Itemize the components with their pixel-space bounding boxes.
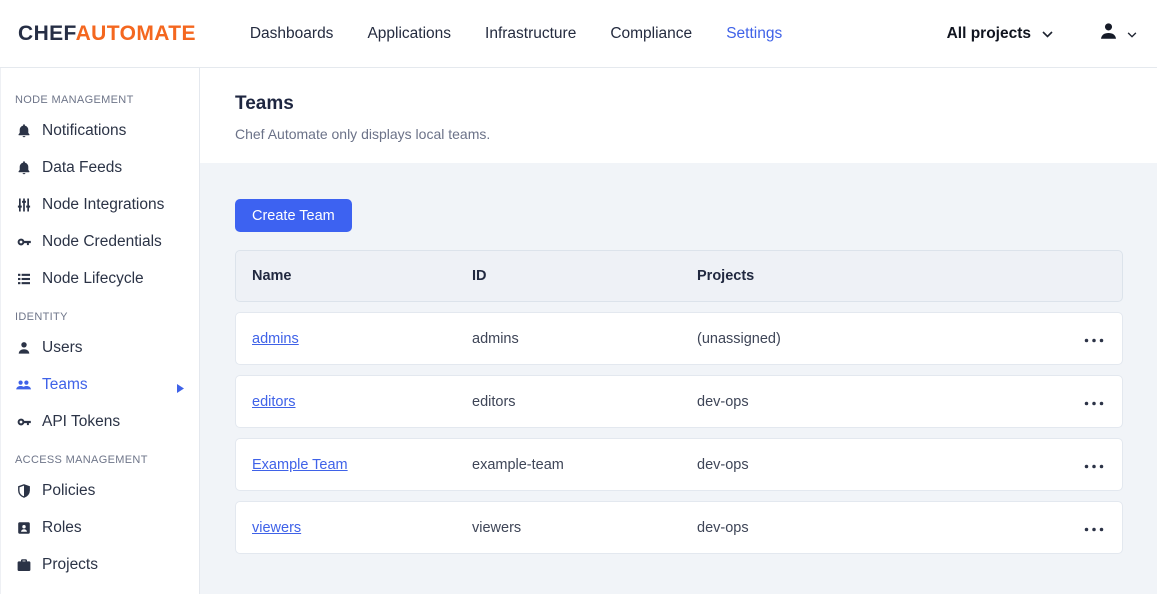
sidebar-item-label: API Tokens <box>42 412 121 430</box>
sliders-icon <box>15 197 32 213</box>
sidebar-item-node-integrations[interactable]: Node Integrations <box>1 186 199 223</box>
sidebar-item-label: Teams <box>42 375 88 393</box>
projects-filter-dropdown[interactable]: All projects <box>947 25 1053 43</box>
user-avatar-icon <box>1097 20 1120 48</box>
column-header-name: Name <box>252 268 292 284</box>
team-name-link[interactable]: Example Team <box>252 457 348 473</box>
teams-table: Name ID Projects admins admins (unassign… <box>235 250 1123 554</box>
sidebar-item-data-feeds[interactable]: Data Feeds <box>1 149 199 186</box>
shield-icon <box>15 483 32 499</box>
chevron-down-icon <box>1042 25 1053 43</box>
table-row: viewers viewers dev-ops <box>235 501 1123 554</box>
settings-sidebar: NODE MANAGEMENT Notifications Data Feeds… <box>0 68 200 594</box>
sidebar-item-label: Data Feeds <box>42 158 123 176</box>
nav-applications[interactable]: Applications <box>367 25 451 43</box>
table-row: admins admins (unassigned) <box>235 312 1123 365</box>
user-icon <box>15 340 32 356</box>
page-header: Teams Chef Automate only displays local … <box>200 68 1157 163</box>
primary-nav: Dashboards Applications Infrastructure C… <box>250 25 782 43</box>
row-menu-button[interactable] <box>1082 514 1106 541</box>
briefcase-icon <box>15 557 32 573</box>
nav-infrastructure[interactable]: Infrastructure <box>485 25 576 43</box>
chevron-down-icon <box>1127 25 1137 43</box>
team-name-link[interactable]: editors <box>252 394 296 410</box>
ellipsis-icon <box>1084 457 1104 472</box>
sidebar-item-node-lifecycle[interactable]: Node Lifecycle <box>1 260 199 297</box>
team-id-cell: viewers <box>472 519 522 536</box>
sidebar-item-label: Node Credentials <box>42 232 162 250</box>
sidebar-item-label: Roles <box>42 518 82 536</box>
sidebar-item-label: Policies <box>42 481 96 499</box>
team-name-link[interactable]: admins <box>252 331 299 347</box>
sidebar-item-users[interactable]: Users <box>1 329 199 366</box>
row-menu-button[interactable] <box>1082 451 1106 478</box>
section-label-identity: IDENTITY <box>15 311 68 323</box>
teams-table-header: Name ID Projects <box>235 250 1123 302</box>
list-icon <box>15 271 32 287</box>
ellipsis-icon <box>1084 331 1104 346</box>
section-label-node-management: NODE MANAGEMENT <box>15 94 134 106</box>
team-projects-cell: (unassigned) <box>697 330 781 347</box>
key-icon <box>15 414 32 430</box>
sidebar-item-notifications[interactable]: Notifications <box>1 112 199 149</box>
badge-icon <box>15 520 32 536</box>
team-projects-cell: dev-ops <box>697 519 749 536</box>
main-content: Teams Chef Automate only displays local … <box>200 68 1157 594</box>
team-id-cell: example-team <box>472 456 564 473</box>
projects-filter-label: All projects <box>946 24 1031 42</box>
logo-chef-text: CHEF <box>18 21 76 45</box>
ellipsis-icon <box>1084 394 1104 409</box>
row-menu-button[interactable] <box>1082 388 1106 415</box>
row-menu-button[interactable] <box>1082 325 1106 352</box>
sidebar-item-api-tokens[interactable]: API Tokens <box>1 403 199 440</box>
ellipsis-icon <box>1084 520 1104 535</box>
sidebar-item-teams[interactable]: Teams <box>1 366 199 403</box>
sidebar-item-policies[interactable]: Policies <box>1 472 199 509</box>
top-nav-bar: CHEFAUTOMATE Dashboards Applications Inf… <box>0 0 1157 68</box>
table-row: Example Team example-team dev-ops <box>235 438 1123 491</box>
page-title: Teams <box>235 93 294 114</box>
team-projects-cell: dev-ops <box>697 456 749 473</box>
team-id-cell: editors <box>472 393 516 410</box>
sidebar-item-label: Users <box>42 338 83 356</box>
nav-settings[interactable]: Settings <box>726 25 782 43</box>
column-header-id: ID <box>472 268 487 284</box>
page-subtitle: Chef Automate only displays local teams. <box>235 126 491 142</box>
team-id-cell: admins <box>472 330 519 347</box>
teams-content: Create Team Name ID Projects admins admi… <box>200 163 1157 594</box>
sidebar-item-label: Node Lifecycle <box>42 269 144 287</box>
sidebar-item-label: Node Integrations <box>42 195 165 213</box>
team-name-link[interactable]: viewers <box>252 520 301 536</box>
sidebar-item-label: Projects <box>42 555 98 573</box>
topbar-right-group: All projects <box>947 20 1137 48</box>
bell-icon <box>15 123 32 139</box>
chef-automate-logo[interactable]: CHEFAUTOMATE <box>18 22 196 46</box>
sidebar-item-projects[interactable]: Projects <box>1 546 199 583</box>
section-label-access-management: ACCESS MANAGEMENT <box>15 454 148 466</box>
column-header-projects: Projects <box>697 268 755 284</box>
sidebar-item-roles[interactable]: Roles <box>1 509 199 546</box>
create-team-button[interactable]: Create Team <box>235 199 352 232</box>
sidebar-item-node-credentials[interactable]: Node Credentials <box>1 223 199 260</box>
logo-automate-text: AUTOMATE <box>75 21 196 45</box>
nav-dashboards[interactable]: Dashboards <box>250 25 334 43</box>
bell-icon <box>15 160 32 176</box>
chef-automate-app: CHEFAUTOMATE Dashboards Applications Inf… <box>0 0 1157 594</box>
key-icon <box>15 234 32 250</box>
sidebar-item-label: Notifications <box>42 121 127 139</box>
user-menu[interactable] <box>1097 20 1137 48</box>
expand-right-icon <box>177 380 184 398</box>
group-icon <box>15 377 32 393</box>
nav-compliance[interactable]: Compliance <box>610 25 692 43</box>
team-projects-cell: dev-ops <box>697 393 749 410</box>
table-row: editors editors dev-ops <box>235 375 1123 428</box>
